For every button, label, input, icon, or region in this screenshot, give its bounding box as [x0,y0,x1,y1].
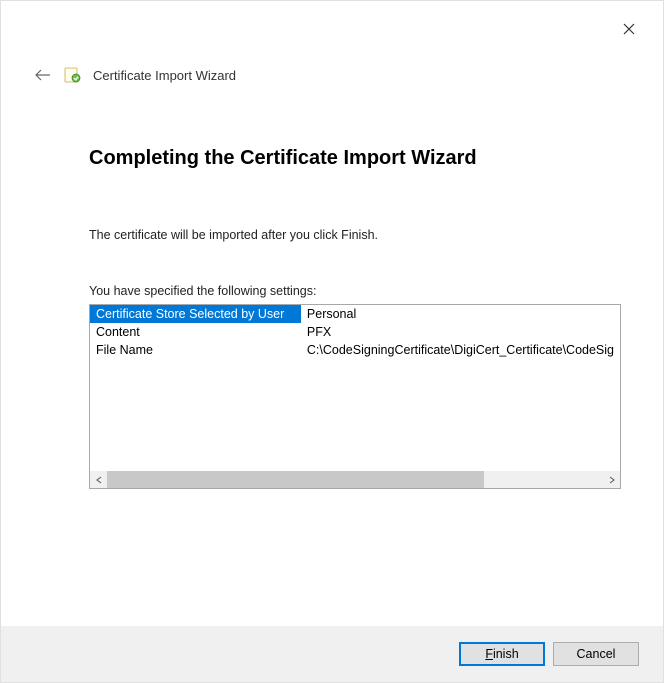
horizontal-scrollbar[interactable] [90,471,620,488]
setting-key: Content [90,323,301,341]
back-arrow-icon [35,69,51,81]
wizard-title: Certificate Import Wizard [93,68,236,83]
setting-value: Personal [301,305,620,323]
info-text: The certificate will be imported after y… [89,228,621,242]
setting-key: Certificate Store Selected by User [90,305,301,323]
cancel-button[interactable]: Cancel [553,642,639,666]
wizard-footer: Finish Cancel [1,626,663,682]
table-row[interactable]: Content PFX [90,323,620,341]
scroll-left-button[interactable] [90,471,107,488]
setting-value: C:\CodeSigningCertificate\DigiCert_Certi… [301,341,620,359]
chevron-left-icon [96,476,102,484]
settings-listbox[interactable]: Certificate Store Selected by User Perso… [89,304,621,489]
wizard-header: Certificate Import Wizard [1,1,663,85]
settings-label: You have specified the following setting… [89,284,621,298]
chevron-right-icon [609,476,615,484]
scroll-thumb[interactable] [107,471,484,488]
page-heading: Completing the Certificate Import Wizard [89,147,621,170]
finish-button[interactable]: Finish [459,642,545,666]
scroll-track[interactable] [107,471,603,488]
back-button[interactable] [33,65,53,85]
wizard-content: Completing the Certificate Import Wizard… [1,85,663,489]
table-row[interactable]: Certificate Store Selected by User Perso… [90,305,620,323]
scroll-right-button[interactable] [603,471,620,488]
close-button[interactable] [619,19,639,39]
close-icon [623,23,635,35]
setting-key: File Name [90,341,301,359]
certificate-wizard-icon [63,65,83,85]
table-row[interactable]: File Name C:\CodeSigningCertificate\Digi… [90,341,620,359]
setting-value: PFX [301,323,620,341]
